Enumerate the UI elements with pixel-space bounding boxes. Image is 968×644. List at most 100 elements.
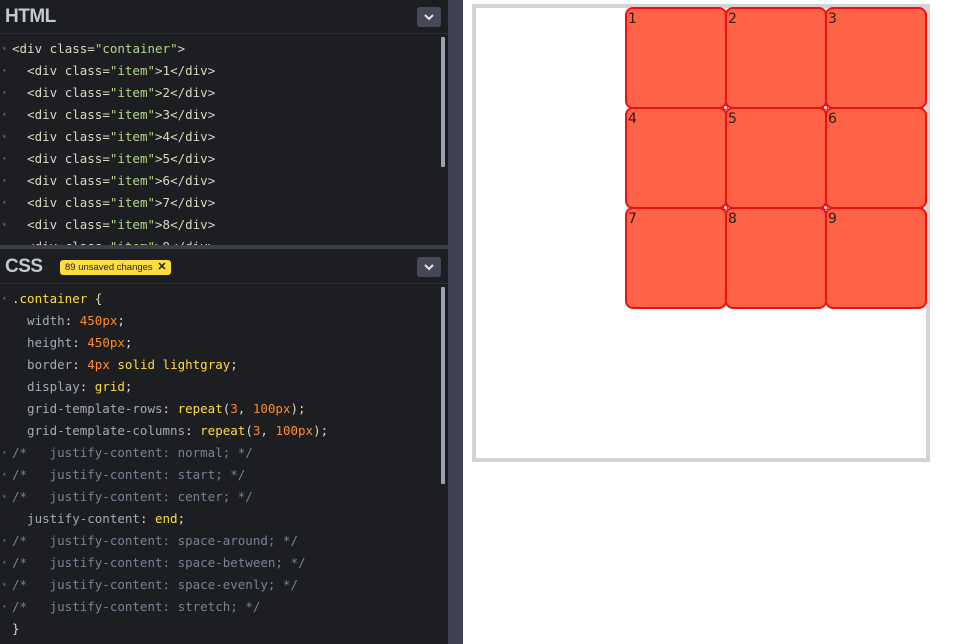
grid-item: 9 (825, 207, 927, 309)
code-token: repeat (177, 401, 223, 416)
code-token: > (155, 217, 163, 232)
code-token: > (155, 85, 163, 100)
fold-arrow-icon[interactable]: ▾ (2, 464, 7, 486)
code-line[interactable]: ▾ <div class="item">9</div> (0, 236, 448, 245)
fold-arrow-icon[interactable]: ▾ (2, 574, 7, 596)
code-line[interactable]: ▾ <div class="item">7</div> (0, 192, 448, 214)
pane-divider[interactable] (0, 245, 448, 249)
fold-arrow-icon[interactable]: ▾ (2, 148, 7, 170)
code-token: 5 (162, 151, 171, 166)
code-line[interactable]: ▾ /* justify-content: center; */ (0, 486, 448, 508)
code-line[interactable]: border: 4px solid lightgray; (0, 354, 448, 376)
fold-arrow-icon[interactable]: ▾ (2, 192, 7, 214)
code-line[interactable]: ▾ <div class="container"> (0, 38, 448, 60)
code-token: "item" (109, 85, 156, 100)
code-token: class (64, 217, 103, 232)
code-line[interactable]: ▾ /* justify-content: space-evenly; */ (0, 574, 448, 596)
fold-arrow-icon[interactable]: ▾ (2, 126, 7, 148)
code-line[interactable]: ▾ <div class="item">2</div> (0, 82, 448, 104)
code-token: end (155, 511, 178, 526)
code-token: class (49, 41, 88, 56)
css-code-editor[interactable]: ▾ .container { width: 450px; height: 450p… (0, 288, 448, 644)
code-line[interactable]: ▾ <div class="item">6</div> (0, 170, 448, 192)
fold-arrow-icon[interactable]: ▾ (2, 288, 7, 310)
code-token: display (12, 379, 80, 394)
html-pane-collapse-button[interactable] (417, 7, 441, 27)
code-line[interactable]: height: 450px; (0, 332, 448, 354)
code-token: /* justify-content: space-between; */ (12, 555, 306, 570)
fold-arrow-icon[interactable]: ▾ (2, 486, 7, 508)
code-line[interactable]: ▾ <div class="item">3</div> (0, 104, 448, 126)
code-line[interactable]: ▾ /* justify-content: normal; */ (0, 442, 448, 464)
grid-item: 2 (725, 7, 827, 109)
code-line[interactable]: width: 450px; (0, 310, 448, 332)
code-token: border (12, 357, 73, 372)
code-token: > (155, 151, 163, 166)
css-pane-collapse-button[interactable] (417, 257, 441, 277)
css-editor-scrollbar[interactable] (441, 287, 445, 484)
code-token: "container" (94, 41, 178, 56)
code-token: > (155, 129, 163, 144)
code-token: 7 (162, 195, 171, 210)
code-token: = (102, 129, 110, 144)
fold-arrow-icon[interactable]: ▾ (2, 530, 7, 552)
code-token: <div (12, 107, 65, 122)
grid-container: 123456789 (472, 4, 930, 462)
code-token: grid-template-rows (12, 401, 163, 416)
grid-corner-joint (823, 205, 828, 210)
html-editor-scrollbar[interactable] (441, 37, 445, 167)
resize-gutter[interactable] (448, 0, 463, 644)
code-line[interactable]: ▾ <div class="item">1</div> (0, 60, 448, 82)
close-icon[interactable]: ✕ (157, 261, 166, 273)
fold-arrow-icon[interactable]: ▾ (2, 104, 7, 126)
code-line[interactable]: display: grid; (0, 376, 448, 398)
code-line[interactable]: ▾ /* justify-content: stretch; */ (0, 596, 448, 618)
code-line[interactable]: ▾ <div class="item">8</div> (0, 214, 448, 236)
grid-item: 7 (625, 207, 727, 309)
html-code-editor[interactable]: ▾ <div class="container"> ▾ <div class="it… (0, 38, 448, 245)
code-token: 3 (162, 107, 171, 122)
fold-arrow-icon[interactable]: ▾ (2, 596, 7, 618)
code-line[interactable]: grid-template-columns: repeat(3, 100px); (0, 420, 448, 442)
fold-arrow-icon[interactable]: ▾ (2, 82, 7, 104)
fold-arrow-icon[interactable]: ▾ (2, 236, 7, 245)
fold-arrow-icon[interactable]: ▾ (2, 214, 7, 236)
chevron-down-icon (424, 264, 434, 271)
code-line[interactable]: justify-content: end; (0, 508, 448, 530)
code-token: <div (12, 41, 50, 56)
grid-item: 4 (625, 107, 727, 209)
code-token: 450px (87, 335, 125, 350)
fold-arrow-icon[interactable]: ▾ (2, 170, 7, 192)
fold-arrow-icon[interactable]: ▾ (2, 552, 7, 574)
grid-item: 6 (825, 107, 927, 209)
code-line[interactable]: ▾ /* justify-content: start; */ (0, 464, 448, 486)
grid-item: 5 (725, 107, 827, 209)
fold-arrow-icon[interactable]: ▾ (2, 442, 7, 464)
code-line[interactable]: ▾ .container { (0, 288, 448, 310)
code-line[interactable]: ▾ /* justify-content: space-between; */ (0, 552, 448, 574)
code-token: 100px (275, 423, 314, 438)
code-line[interactable]: ▾ <div class="item">5</div> (0, 148, 448, 170)
code-line[interactable]: grid-template-rows: repeat(3, 100px); (0, 398, 448, 420)
code-token: = (102, 63, 110, 78)
grid-corner-joint (723, 205, 728, 210)
code-token: > (155, 107, 163, 122)
unsaved-changes-badge[interactable]: 89 unsaved changes ✕ (60, 260, 171, 275)
code-line[interactable]: ▾ <div class="item">4</div> (0, 126, 448, 148)
code-token: repeat (200, 423, 246, 438)
code-token: class (64, 63, 103, 78)
result-preview: 123456789 (463, 0, 968, 644)
code-token: <div (12, 195, 65, 210)
code-token: "item" (109, 107, 156, 122)
code-line[interactable]: ▾ /* justify-content: space-around; */ (0, 530, 448, 552)
html-pane-header: HTML (0, 0, 448, 34)
code-token: "item" (109, 129, 156, 144)
fold-arrow-icon[interactable]: ▾ (2, 60, 7, 82)
code-token: : (72, 335, 88, 350)
code-token: 3 (230, 401, 238, 416)
code-token: "item" (109, 217, 156, 232)
code-token: /* justify-content: start; */ (12, 467, 246, 482)
code-line[interactable]: } (0, 618, 448, 640)
fold-arrow-icon[interactable]: ▾ (2, 38, 7, 60)
code-token: </div> (170, 129, 216, 144)
